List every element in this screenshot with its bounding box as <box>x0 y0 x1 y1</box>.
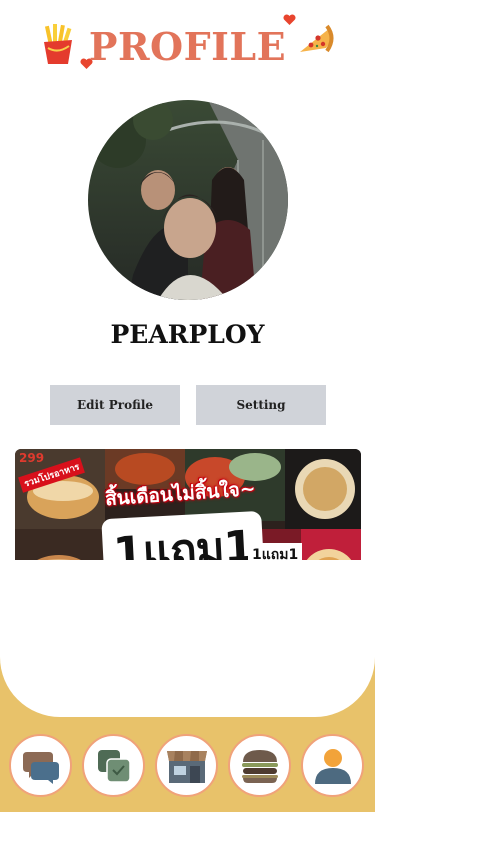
app-screen: PROFILE PEARPLOY Edit Profile Setting รว… <box>0 0 375 812</box>
nav-shop[interactable] <box>155 734 218 797</box>
nav-copy[interactable] <box>82 734 145 797</box>
avatar[interactable] <box>88 100 288 300</box>
user-icon <box>314 748 351 784</box>
burger-icon <box>241 749 278 783</box>
nav-burger[interactable] <box>228 734 291 797</box>
nav-chat[interactable] <box>9 734 72 797</box>
setting-button[interactable]: Setting <box>196 385 326 425</box>
content-panel-edge <box>0 560 375 717</box>
edit-profile-button[interactable]: Edit Profile <box>50 385 180 425</box>
username: PEARPLOY <box>110 320 265 349</box>
pizza-icon <box>300 24 334 53</box>
heart-icon <box>283 14 296 25</box>
chat-icon <box>22 751 59 784</box>
shop-icon <box>166 750 207 783</box>
copy-icon <box>97 749 131 783</box>
profile-photo <box>88 100 288 300</box>
header: PROFILE <box>0 10 375 70</box>
nav-user[interactable] <box>301 734 364 797</box>
banner-price-top: 299 <box>19 451 45 465</box>
